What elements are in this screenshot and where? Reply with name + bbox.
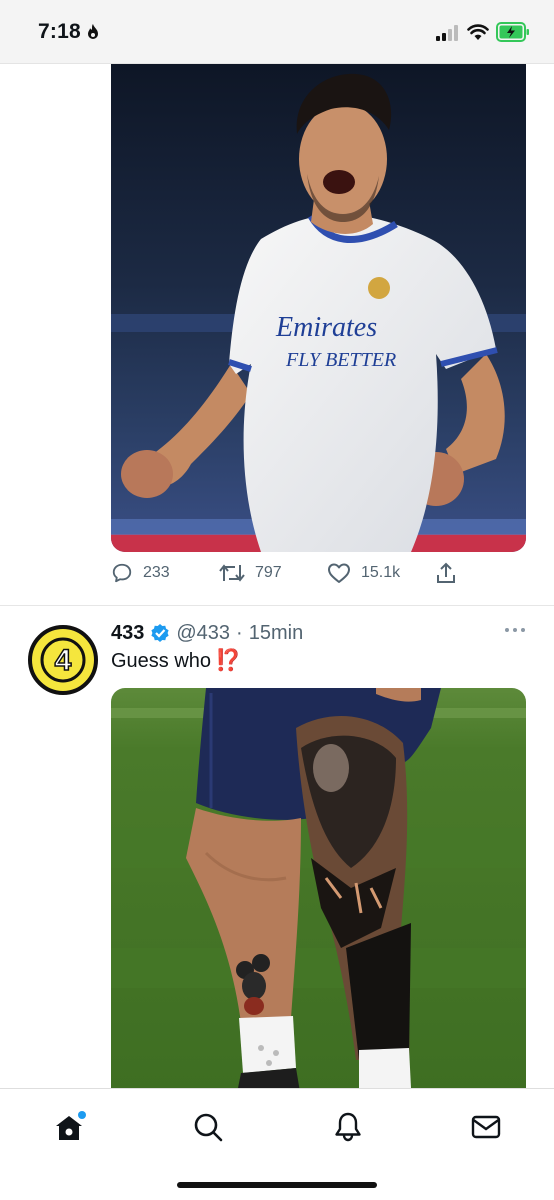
- svg-text:4: 4: [55, 644, 72, 677]
- tweet-text: Guess who ⁉️: [111, 649, 241, 673]
- home-indicator: [177, 1182, 377, 1188]
- exclamation-question-emoji: ⁉️: [215, 649, 242, 672]
- tweet-image-leg-tattoo[interactable]: [111, 688, 526, 1088]
- tweet-image-footballer[interactable]: Emirates FLY BETTER: [111, 64, 526, 552]
- like-count: 15.1k: [361, 564, 401, 581]
- heart-icon: [328, 563, 350, 583]
- 433-logo-icon: 4: [40, 637, 86, 683]
- home-icon: [56, 1111, 86, 1140]
- tab-home[interactable]: [49, 1107, 89, 1147]
- reply-button[interactable]: 233: [111, 562, 170, 584]
- svg-text:FLY BETTER: FLY BETTER: [285, 349, 396, 371]
- status-bar: 7:18: [0, 0, 554, 64]
- battery-charging-icon: [496, 22, 529, 42]
- footballer-photo: Emirates FLY BETTER: [111, 64, 526, 552]
- retweet-count: 797: [255, 564, 282, 581]
- tweet-text-body: Guess who: [111, 649, 212, 672]
- tab-messages[interactable]: [466, 1107, 506, 1147]
- tab-notifications[interactable]: [328, 1107, 368, 1147]
- signal-icon: [436, 25, 458, 41]
- share-button[interactable]: [435, 562, 457, 584]
- more-options-icon[interactable]: [504, 626, 526, 634]
- mail-icon: [471, 1115, 501, 1139]
- wifi-icon: [467, 24, 489, 40]
- search-icon: [194, 1113, 223, 1142]
- tattooed-leg-photo: [111, 688, 526, 1088]
- tab-search[interactable]: [188, 1107, 228, 1147]
- avatar[interactable]: 4: [28, 625, 98, 695]
- tweet-actions: 233 797 15.1k: [111, 562, 471, 594]
- retweet-button[interactable]: 797: [219, 562, 282, 584]
- timeline-feed[interactable]: Emirates FLY BETTER 233 797 15.1k 4 433 …: [0, 64, 554, 1088]
- flame-icon: [88, 24, 98, 39]
- share-icon: [437, 562, 455, 583]
- svg-text:Emirates: Emirates: [275, 312, 377, 343]
- display-name[interactable]: 433: [111, 622, 144, 645]
- separator: ·: [236, 621, 243, 644]
- status-time: 7:18: [38, 20, 81, 43]
- reply-icon: [112, 563, 132, 583]
- reply-count: 233: [143, 564, 170, 581]
- like-button[interactable]: 15.1k: [327, 562, 400, 584]
- retweet-icon: [219, 564, 245, 582]
- handle[interactable]: @433: [176, 622, 230, 645]
- tweet-time[interactable]: 15min: [249, 622, 303, 645]
- verified-badge-icon: [151, 624, 169, 642]
- bell-icon: [335, 1112, 361, 1142]
- tweet-divider: [0, 605, 554, 606]
- tweet-header: 433 @433 · 15min: [111, 620, 303, 646]
